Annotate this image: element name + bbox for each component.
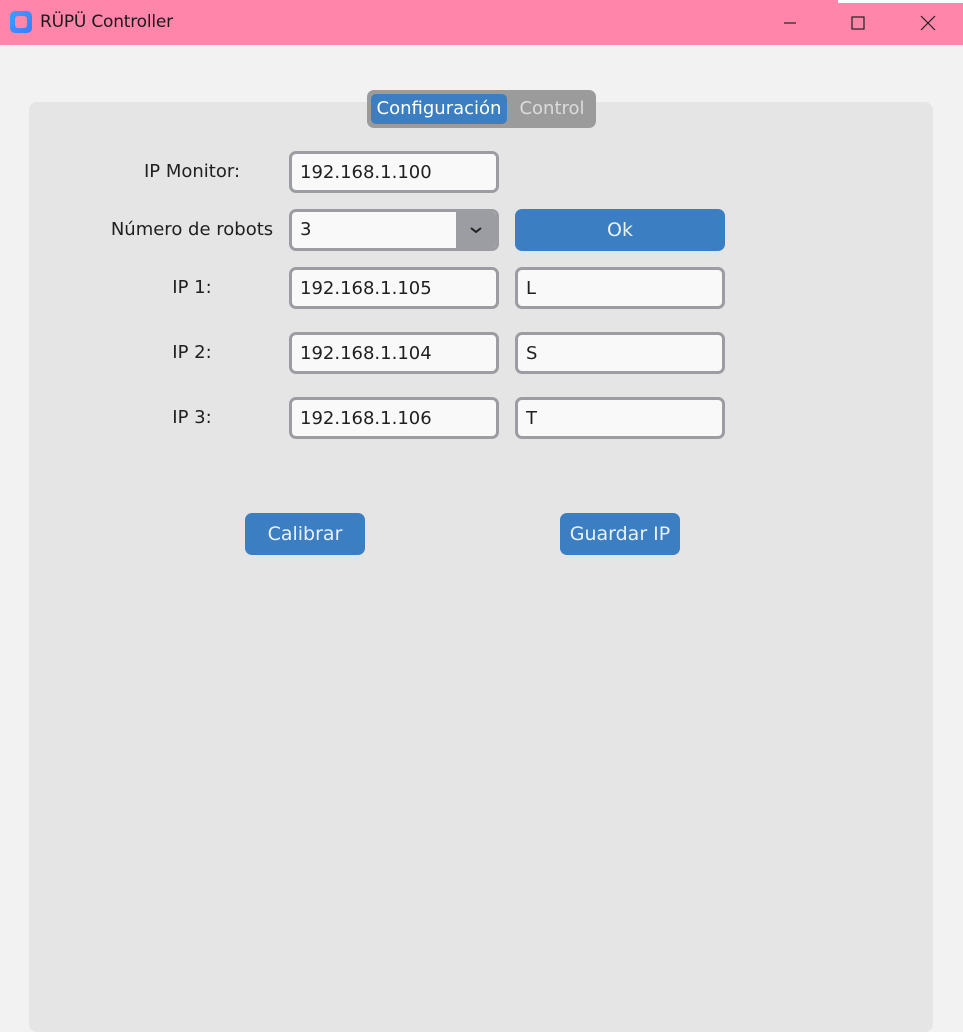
minimize-icon <box>784 21 796 24</box>
maximize-button[interactable] <box>823 0 893 45</box>
robot-1-ip-input[interactable] <box>289 267 499 309</box>
robot-2-letter-input[interactable] <box>515 332 725 374</box>
close-icon <box>920 15 936 30</box>
minimize-button[interactable] <box>755 0 825 45</box>
close-button[interactable] <box>893 0 963 45</box>
num-robots-select[interactable]: 3 <box>289 209 499 251</box>
title-bar: RÜPÜ Controller <box>0 0 963 45</box>
window-title: RÜPÜ Controller <box>40 12 173 32</box>
maximize-icon <box>851 15 865 30</box>
chevron-down-icon <box>470 227 482 234</box>
ip-monitor-label: IP Monitor: <box>143 161 241 182</box>
robot-3-letter-input[interactable] <box>515 397 725 439</box>
num-robots-label: Número de robots <box>110 219 274 240</box>
save-ip-button[interactable]: Guardar IP <box>560 513 680 555</box>
robot-3-ip-input[interactable] <box>289 397 499 439</box>
calibrate-button[interactable]: Calibrar <box>245 513 365 555</box>
tab-bar: Configuración Control <box>367 90 596 128</box>
robot-1-label: IP 1: <box>172 277 212 298</box>
ok-button[interactable]: Ok <box>515 209 725 251</box>
robot-1-letter-input[interactable] <box>515 267 725 309</box>
robot-2-ip-input[interactable] <box>289 332 499 374</box>
robot-2-label: IP 2: <box>172 342 212 363</box>
tab-control[interactable]: Control <box>511 94 593 124</box>
dropdown-button[interactable] <box>456 212 496 248</box>
robot-3-label: IP 3: <box>172 407 212 428</box>
num-robots-value: 3 <box>300 219 312 240</box>
ip-monitor-input[interactable] <box>289 151 499 193</box>
tab-configuracion[interactable]: Configuración <box>371 94 507 124</box>
app-icon <box>10 11 32 33</box>
